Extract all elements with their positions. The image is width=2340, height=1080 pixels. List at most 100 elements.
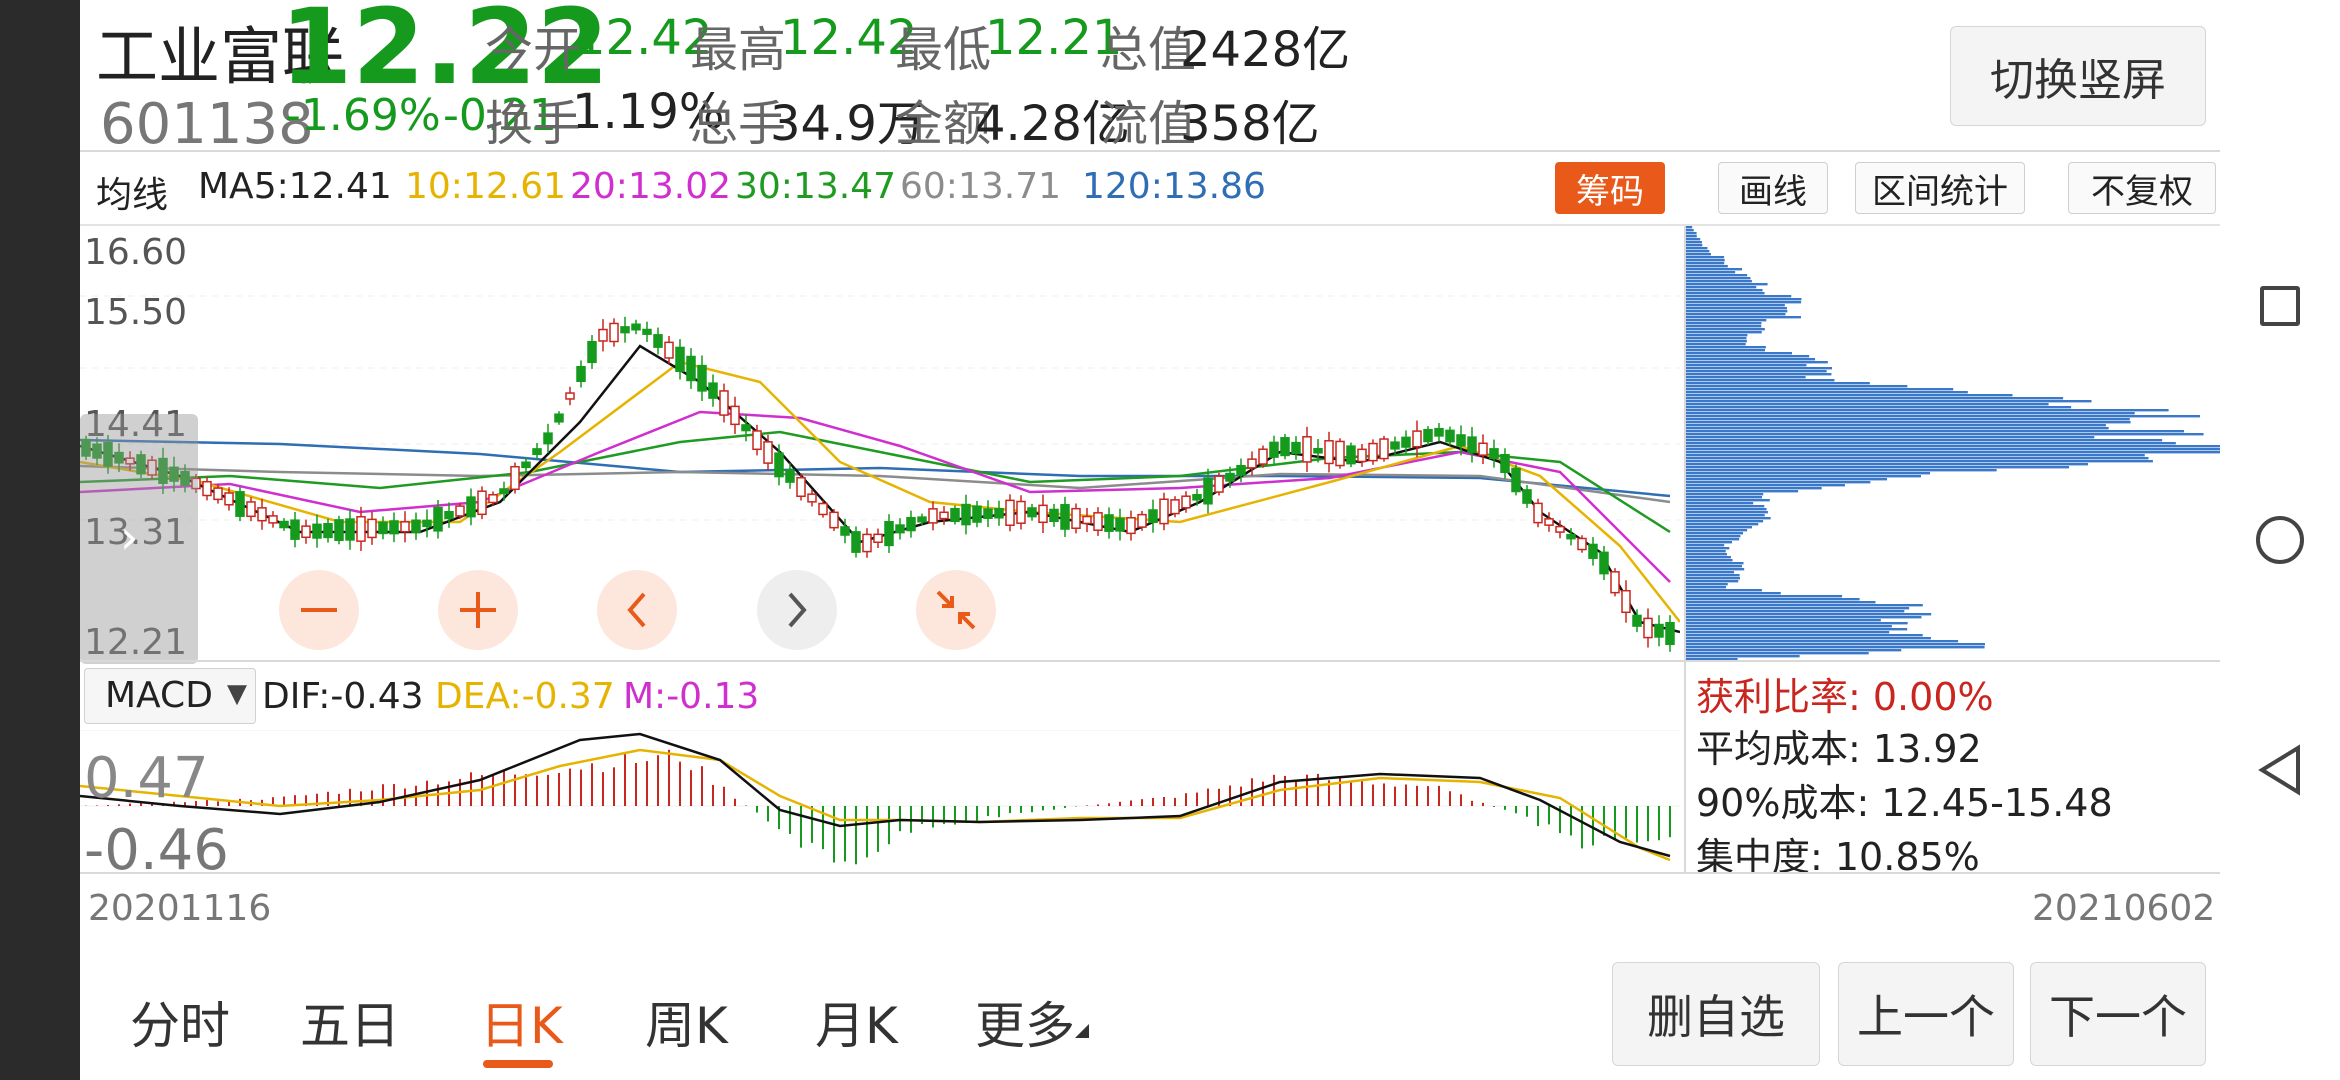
tab-five-day[interactable]: 五日 [300,986,400,1058]
indicator-selector[interactable]: MACD ▼ [84,668,256,724]
chip-bar [1686,385,1908,388]
candle-body [345,518,355,541]
tab-monthly-k[interactable]: 月K [815,986,898,1058]
scroll-right-button[interactable] [757,570,837,650]
chip-bar [1686,232,1697,235]
cost-90: 90%成本: 12.45-15.48 [1696,781,2113,825]
collapse-button[interactable] [916,570,996,650]
side-panel-handle[interactable]: › [80,414,198,664]
remove-watchlist-button[interactable]: 删自选 [1612,962,1820,1066]
next-stock-button[interactable]: 下一个 [2030,962,2206,1066]
back-icon[interactable] [2256,744,2302,796]
chip-bar [1686,520,1764,523]
chip-bar [1686,508,1767,511]
ma5-value: MA5:12.41 [198,166,392,207]
candle-body [554,413,564,423]
candle-body [708,382,718,399]
chip-bar [1686,505,1765,508]
candle-body [312,523,322,539]
indicator-selector-label: MACD [105,675,213,716]
recents-icon[interactable] [2260,286,2300,326]
candle-body [235,491,245,517]
home-icon[interactable] [2256,516,2304,564]
chip-bar [1686,601,1876,604]
range-stats-button[interactable]: 区间统计 [1855,162,2025,214]
candle-body [1434,427,1444,437]
candle-body [1456,434,1466,447]
chip-bar [1686,259,1725,262]
caret-down-icon: ▼ [227,679,247,709]
end-date: 20210602 [2032,888,2216,929]
chip-bar [1686,292,1765,295]
zoom-out-button[interactable] [279,570,359,650]
candle-body [719,390,729,416]
ma120-value: 120:13.86 [1082,166,1266,207]
candle-body [477,490,487,516]
chip-bar [1686,598,1860,601]
chip-bar [1686,328,1765,331]
chip-bar [1686,415,2201,418]
chip-bar [1686,562,1744,565]
candle-body [411,519,421,533]
price-tick-2: 15.50 [84,292,188,333]
chip-bar [1686,430,2185,433]
candle-body [543,432,553,445]
ma60-value: 60:13.71 [900,166,1061,207]
scroll-left-button[interactable] [597,570,677,650]
stock-detail-app: 工业富联 601138 12.22 -1.69% -0.21 今开 12.42 … [80,0,2220,1080]
adjust-button[interactable]: 不复权 [2068,162,2216,214]
candle-body [1533,502,1543,524]
tab-more[interactable]: 更多 [975,986,1075,1058]
candle-body [1566,533,1576,540]
candle-body [697,364,707,392]
zoom-in-button[interactable] [438,570,518,650]
chip-bar [1686,634,1923,637]
chip-bar [1686,595,1843,598]
candle-body [1170,499,1180,515]
candle-body [521,461,531,469]
chip-bar [1686,352,1792,355]
candle-body [1478,442,1488,456]
chip-bar [1686,457,2149,460]
chip-bars [1686,226,2220,660]
chip-bar [1686,625,1892,628]
chip-bar [1686,544,1725,547]
chip-bar [1686,313,1786,316]
chip-bar [1686,652,1869,655]
ma10-value: 10:12.61 [405,166,566,207]
candle-body [444,510,454,520]
tab-intraday[interactable]: 分时 [130,986,230,1058]
switch-portrait-button[interactable]: 切换竖屏 [1950,26,2206,126]
chip-bar [1686,529,1748,532]
candle-body [1621,589,1631,614]
chip-bar [1686,373,1832,376]
prev-stock-button[interactable]: 上一个 [1838,962,2014,1066]
candle-body [202,480,212,497]
candle-body [224,492,234,506]
candle-body [862,533,872,553]
chip-bar [1686,256,1725,259]
candle-body [873,533,883,543]
tab-daily-k[interactable]: 日K [480,986,563,1058]
chip-bar [1686,322,1762,325]
chart-bottom-divider [80,872,2220,874]
candle-body [1137,513,1147,528]
candle-body [1500,453,1510,474]
draw-line-button[interactable]: 画线 [1718,162,1828,214]
candle-body [807,493,817,503]
chip-bar [1686,397,2064,400]
chip-bar [1686,349,1766,352]
candle-body [1379,438,1389,460]
profit-ratio: 获利比率: 0.00% [1696,675,1994,719]
chip-bar [1686,547,1730,550]
chip-bar [1686,553,1727,556]
chip-bar [1686,532,1744,535]
candle-body [1346,445,1356,465]
chip-button[interactable]: 筹码 [1555,162,1665,214]
tab-weekly-k[interactable]: 周K [645,986,728,1058]
macd-chart[interactable] [80,730,1680,872]
chip-bar [1686,268,1742,271]
candle-body [356,516,366,542]
candle-body [1115,517,1125,532]
candle-body [323,523,333,539]
